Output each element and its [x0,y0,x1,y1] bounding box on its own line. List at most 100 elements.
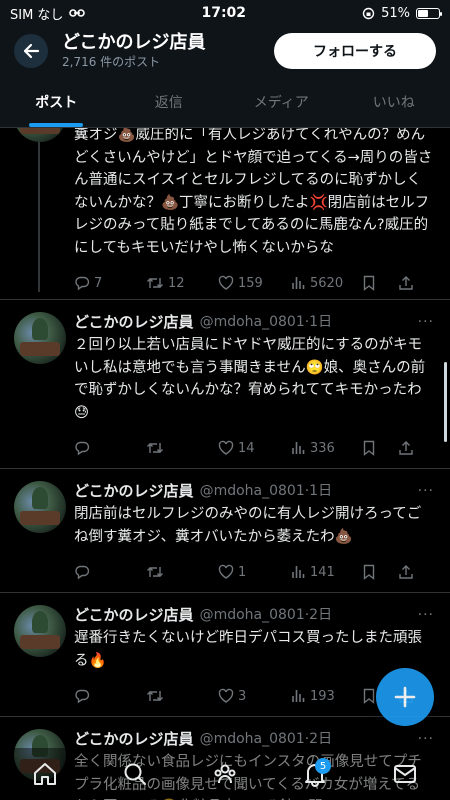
reply-count: 7 [94,275,103,291]
share-button[interactable] [398,440,422,456]
views-button[interactable]: 5620 [290,275,362,291]
reply-button[interactable] [74,688,146,704]
tab-replies[interactable]: 返信 [113,76,226,127]
tweet-text: 遅番行きたくないけど昨日デパコス買ったしまた頑張る🔥 [74,630,422,669]
tweet-author-name[interactable]: どこかのレジ店員 [74,729,194,749]
bookmark-button[interactable] [362,564,398,580]
reply-button[interactable] [74,564,146,580]
reply-button[interactable] [74,440,146,456]
reply-icon [75,565,90,580]
notification-badge: 5 [315,758,331,774]
more-options-icon[interactable]: ··· [418,312,434,332]
post-count: 2,716 件のポスト [62,55,161,69]
scrollbar[interactable] [444,362,447,442]
nav-home[interactable] [25,754,65,794]
carrier-label: SIM なし [10,7,64,23]
tweet[interactable]: どこかのレジ店員 @mdoha_0801 ·1日 ··· ２回り以上若い店員にド… [0,300,450,469]
like-button[interactable]: 1 [218,564,290,580]
tweet[interactable]: 糞オジ💩威圧的に「有人レジあけてくれやんの？めんどくさいんやけど」とドヤ顔で迫っ… [0,128,450,300]
bookmark-icon [363,564,375,580]
plus-icon [394,686,416,708]
nav-notifications[interactable]: 5 [295,754,335,794]
profile-name: どこかのレジ店員 [62,32,206,53]
views-button[interactable]: 336 [290,440,362,456]
views-count: 141 [310,564,335,580]
follow-button[interactable]: フォローする [274,33,436,69]
retweet-icon [147,443,163,453]
tweet-timestamp: ·2日 [304,607,333,623]
retweet-icon [147,278,163,288]
heart-icon [218,564,234,579]
compose-button[interactable] [376,668,434,726]
back-button[interactable] [14,34,48,68]
tweet-timestamp: ·1日 [304,314,333,330]
status-time: 17:02 [201,5,247,21]
arrow-left-icon [23,43,40,59]
share-icon [399,276,413,290]
retweet-icon [147,691,163,701]
nav-search[interactable] [115,754,155,794]
avatar[interactable] [14,128,66,142]
retweet-button[interactable] [146,688,218,704]
views-button[interactable]: 193 [290,688,362,704]
tab-media[interactable]: メディア [225,76,338,127]
tweet-author-handle[interactable]: @mdoha_0801 [200,605,305,625]
nav-communities[interactable] [205,754,245,794]
retweet-button[interactable] [146,440,218,456]
share-icon [399,565,413,579]
bookmark-icon [363,688,375,704]
reply-button[interactable]: 7 [74,275,146,291]
tweet-author-name[interactable]: どこかのレジ店員 [74,605,194,625]
battery-icon [415,7,442,19]
views-icon [292,566,305,578]
header-text: どこかのレジ店員 2,716 件のポスト [62,32,274,70]
bottom-navigation: 5 [0,748,450,800]
avatar[interactable] [14,605,66,657]
avatar[interactable] [14,481,66,533]
retweet-button[interactable] [146,564,218,580]
status-left: SIM なし [10,4,86,23]
tweet-text: 閉店前はセルフレジのみやのに有人レジ開けろってごね倒す糞オジ、糞オバいたから萎え… [74,506,422,545]
tweet-timestamp: ·1日 [304,483,333,499]
more-options-icon[interactable]: ··· [418,605,434,625]
bookmark-icon [363,275,375,291]
retweet-button[interactable]: 12 [146,275,218,291]
share-button[interactable] [398,564,422,580]
status-right: 51% [362,5,442,21]
retweet-count: 12 [168,275,185,291]
more-options-icon[interactable]: ··· [418,729,434,749]
orientation-lock-icon [362,7,375,19]
bookmark-icon [363,440,375,456]
tweet-author-handle[interactable]: @mdoha_0801 [200,481,305,501]
heart-icon [218,688,234,703]
like-button[interactable]: 3 [218,688,290,704]
avatar[interactable] [14,312,66,364]
views-button[interactable]: 141 [290,564,362,580]
retweet-icon [147,567,163,577]
share-button[interactable] [398,275,422,291]
more-options-icon[interactable]: ··· [418,481,434,501]
battery-percent: 51% [381,5,410,21]
tweet-author-name[interactable]: どこかのレジ店員 [74,312,194,332]
tweet[interactable]: どこかのレジ店員 @mdoha_0801 ·1日 ··· 閉店前はセルフレジのみ… [0,469,450,593]
tweet-author-name[interactable]: どこかのレジ店員 [74,481,194,501]
tweet-header: どこかのレジ店員 @mdoha_0801 ·1日 ··· [74,481,434,501]
reply-icon [75,441,90,456]
views-icon [292,277,305,289]
tweet-author-handle[interactable]: @mdoha_0801 [200,312,305,332]
tab-likes[interactable]: いいね [338,76,450,127]
tweet-author-handle[interactable]: @mdoha_0801 [200,729,305,749]
like-button[interactable]: 14 [218,440,290,456]
bookmark-button[interactable] [362,440,398,456]
views-count: 193 [310,688,335,704]
tab-posts[interactable]: ポスト [0,76,113,127]
wifi-link-icon [69,9,86,17]
nav-messages[interactable] [385,754,425,794]
profile-header: どこかのレジ店員 2,716 件のポスト フォローする [0,26,450,76]
tweet-header: どこかのレジ店員 @mdoha_0801 ·2日 ··· [74,605,434,625]
like-button[interactable]: 159 [218,275,290,291]
like-count: 1 [238,564,247,580]
bookmark-button[interactable] [362,275,398,291]
tweet-actions: 1 141 [74,556,434,588]
views-count: 5620 [310,275,344,291]
